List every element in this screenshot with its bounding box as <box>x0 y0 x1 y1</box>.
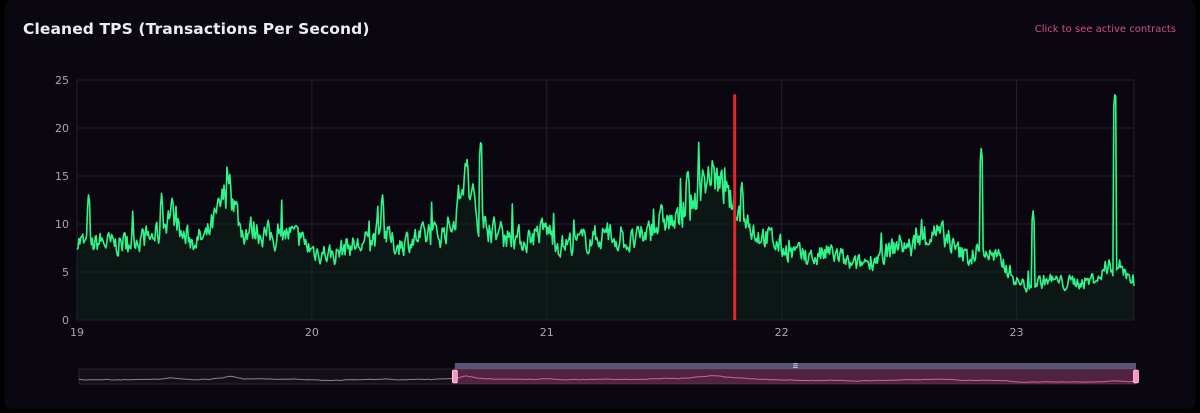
x-tick-label: 20 <box>305 326 319 339</box>
y-tick-label: 25 <box>55 74 69 87</box>
zoom-handle-left[interactable] <box>452 369 458 384</box>
x-tick-label: 21 <box>540 326 554 339</box>
x-tick-label: 19 <box>70 326 84 339</box>
y-tick-label: 10 <box>55 218 69 231</box>
y-tick-label: 15 <box>55 170 69 183</box>
y-axis: 0 5 10 15 20 25 <box>55 74 69 327</box>
x-axis: 19 20 21 22 23 <box>70 326 1024 339</box>
zoom-grip-icon[interactable]: ☰ <box>793 363 798 370</box>
tps-chart-card: Cleaned TPS (Transactions Per Second) Cl… <box>4 0 1196 409</box>
y-tick-label: 20 <box>55 122 69 135</box>
x-tick-label: 23 <box>1010 326 1024 339</box>
zoom-slider[interactable]: ☰ <box>78 363 1139 385</box>
zoom-handle-right[interactable] <box>1133 369 1139 384</box>
tps-chart: 0 5 10 15 20 25 19 20 21 22 23 ☰ <box>55 74 1139 385</box>
tps-area <box>77 94 1134 320</box>
x-tick-label: 22 <box>775 326 789 339</box>
y-tick-label: 0 <box>62 314 69 327</box>
y-tick-label: 5 <box>62 266 69 279</box>
